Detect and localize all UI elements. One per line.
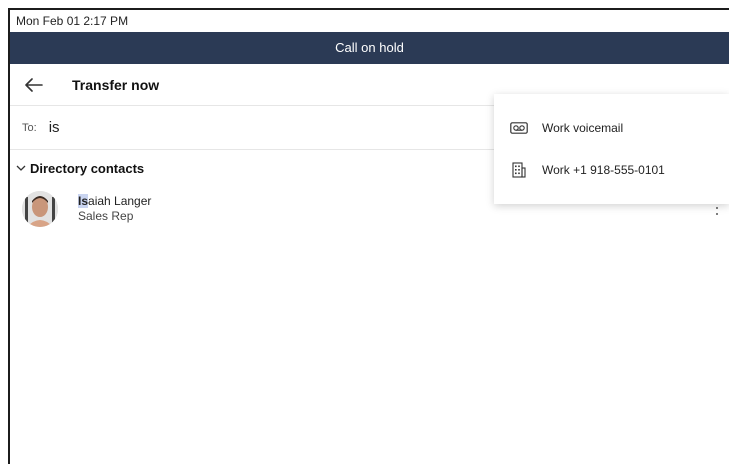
to-label: To: [22, 121, 37, 134]
contact-text: Isaiah Langer Sales Rep [78, 194, 151, 224]
back-button[interactable] [22, 73, 46, 97]
to-input[interactable] [48, 119, 449, 136]
menu-item-label: Work +1 918-555-0101 [542, 163, 665, 177]
arrow-left-icon [25, 77, 43, 92]
name-rest: aiah Langer [88, 194, 152, 208]
building-icon [510, 161, 528, 179]
contact-title: Sales Rep [78, 209, 134, 223]
chevron-down-icon [14, 161, 28, 175]
call-on-hold-banner[interactable]: Call on hold [10, 32, 729, 64]
menu-item-label: Work voicemail [542, 121, 624, 135]
page-title: Transfer now [72, 76, 160, 93]
section-title: Directory contacts [30, 160, 145, 176]
voicemail-icon [510, 119, 528, 137]
status-bar: Mon Feb 01 2:17 PM [10, 10, 729, 32]
menu-item-work-voicemail[interactable]: Work voicemail [494, 107, 729, 149]
phone-screen: Mon Feb 01 2:17 PM Call on hold Transfer… [8, 8, 729, 464]
menu-item-work-number[interactable]: Work +1 918-555-0101 [494, 149, 729, 191]
status-datetime: Mon Feb 01 2:17 PM [16, 14, 129, 28]
transfer-target-menu: Work voicemail Work +1 918-555-0101 [494, 94, 729, 204]
avatar [22, 191, 58, 227]
contact-name: Isaiah Langer [78, 194, 151, 209]
banner-text: Call on hold [335, 40, 404, 55]
name-match-highlight: Is [78, 194, 89, 208]
more-dot-icon [716, 213, 718, 215]
more-dot-icon [716, 207, 718, 209]
